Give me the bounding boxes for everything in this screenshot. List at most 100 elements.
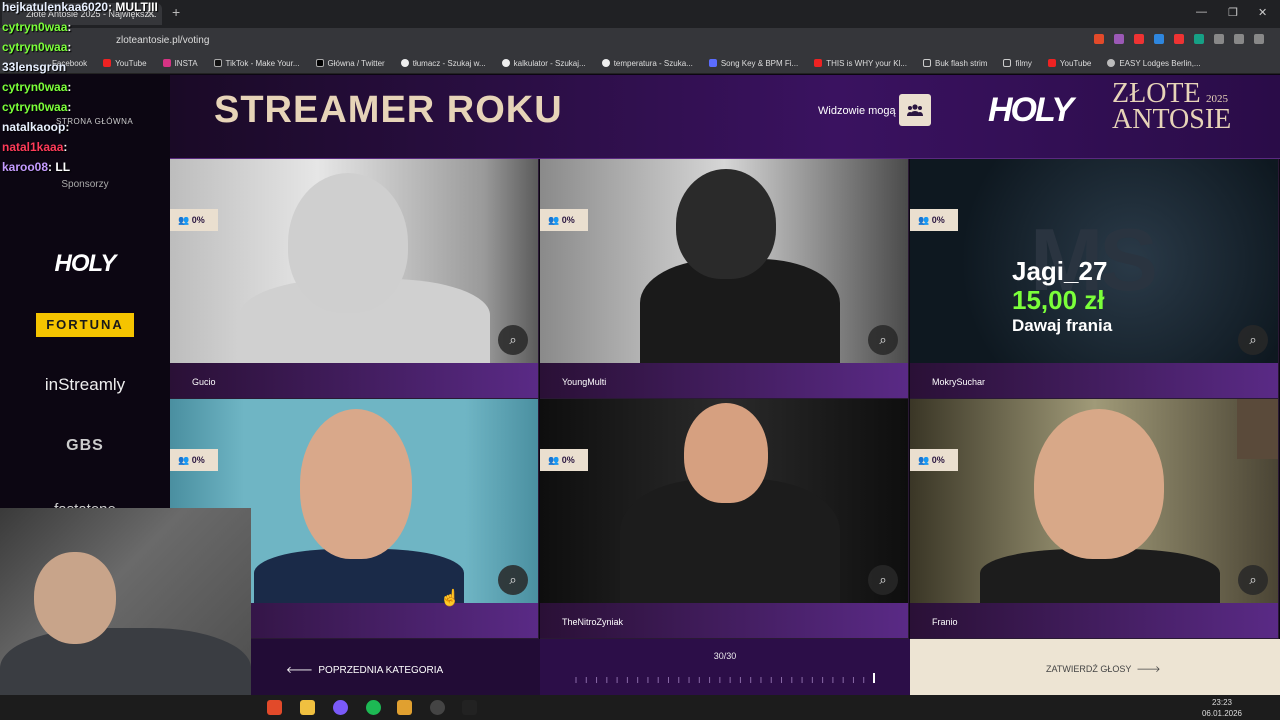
extension-icon[interactable] — [1154, 34, 1164, 44]
file-explorer-icon[interactable] — [300, 700, 315, 715]
chat-text: : MULTIII — [108, 0, 158, 14]
chat-username: natal1kaaa — [2, 140, 64, 154]
progress-indicator: 30/30 — [540, 639, 910, 695]
bookmark-songkey[interactable]: Song Key & BPM Fi... — [701, 54, 806, 73]
puzzle-icon[interactable] — [1214, 34, 1224, 44]
bookmark-label: tłumacz - Szukaj w... — [412, 59, 486, 68]
zoom-icon[interactable]: ⌕ — [498, 565, 528, 595]
extensions-row — [1094, 34, 1264, 44]
app-icon[interactable] — [462, 700, 477, 715]
bookmark-kalkulator[interactable]: kalkulator - Szukaj... — [494, 54, 594, 73]
bookmark-folder-filmy[interactable]: filmy — [995, 54, 1039, 73]
bookmark-twitter[interactable]: Główna / Twitter — [308, 54, 393, 73]
mouse-cursor-icon: ☝ — [440, 590, 460, 607]
bookmark-label: Song Key & BPM Fi... — [720, 59, 799, 68]
folder-icon — [1003, 59, 1012, 67]
chat-message: cytryn0waa: — [2, 40, 182, 60]
discord-icon[interactable] — [333, 700, 348, 715]
vote-percent: 0% — [561, 455, 575, 465]
chat-username: 33lensgron — [2, 60, 67, 74]
nominee-photo — [170, 159, 538, 369]
bookmark-folder-buk[interactable]: Buk flash strim — [915, 54, 995, 73]
youtube-icon — [1047, 59, 1056, 67]
music-icon — [708, 59, 717, 67]
bookmark-youtube-2[interactable]: YouTube — [1040, 54, 1099, 73]
nominee-card[interactable]: 👥 0% ⌕ YoungMulti — [540, 159, 909, 399]
bookmark-label: TikTok - Make Your... — [225, 59, 300, 68]
system-clock[interactable]: 23:23 06.01.2026 — [1202, 697, 1242, 719]
donation-alert: Jagi_27 15,00 zł Dawaj frania — [1012, 257, 1112, 337]
vote-percent: 0% — [931, 455, 945, 465]
bookmark-label: Buk flash strim — [934, 59, 988, 68]
zoom-icon[interactable]: ⌕ — [1238, 325, 1268, 355]
sponsor-gbs-logo[interactable]: GBS — [0, 437, 170, 455]
screen: Złote Antosie 2025 - Największ... ✕ + — … — [0, 0, 1280, 720]
photo-face — [684, 403, 768, 503]
chat-username: cytryn0waa — [2, 80, 68, 94]
bookmark-temperatura[interactable]: temperatura - Szuka... — [594, 54, 701, 73]
url-field[interactable]: zloteantosie.pl/voting — [108, 32, 908, 50]
bookmark-klarna[interactable]: THIS is WHY your Kl... — [806, 54, 915, 73]
obs-icon[interactable] — [430, 700, 445, 715]
nominee-card[interactable]: 👥 0% ⌕ Gucio — [170, 159, 539, 399]
sponsor-holy-logo[interactable]: HOLY — [0, 250, 170, 278]
bookmark-easylodges[interactable]: EASY Lodges Berlin,... — [1099, 54, 1208, 73]
chat-username: cytryn0waa — [2, 40, 68, 54]
bookmarks-bar: Facebook YouTube INSTA TikTok - Make You… — [0, 54, 1280, 74]
folder-icon — [922, 59, 931, 67]
bookmark-tlumacz[interactable]: tłumacz - Szukaj w... — [393, 54, 494, 73]
chat-message: karoo08: LL — [2, 160, 182, 180]
sponsor-fortuna-logo[interactable]: FORTUNA — [36, 313, 134, 337]
chat-message: natal1kaaa: — [2, 140, 182, 160]
vote-percent-badge: 👥 0% — [540, 209, 588, 231]
chat-message: cytryn0waa: — [2, 100, 182, 120]
minimize-button[interactable]: — — [1196, 6, 1207, 18]
zoom-icon[interactable]: ⌕ — [868, 565, 898, 595]
zoom-icon[interactable]: ⌕ — [1238, 565, 1268, 595]
zoom-icon[interactable]: ⌕ — [498, 325, 528, 355]
brave-shield-icon[interactable] — [1094, 34, 1104, 44]
close-window-button[interactable]: ✕ — [1258, 6, 1267, 19]
webcam-overlay: NIKE — [0, 508, 251, 720]
spotify-icon[interactable] — [366, 700, 381, 715]
chat-text: : — [67, 100, 72, 114]
nominee-card[interactable]: 👥 0% ⌕ Franio — [910, 399, 1279, 639]
google-icon — [601, 59, 610, 67]
vote-percent-badge: 👥 0% — [540, 449, 588, 471]
stream-chat-overlay: hejkatulenkaa6020: MULTIII cytryn0waa: cyt… — [2, 0, 182, 180]
chat-username: cytryn0waa — [2, 20, 68, 34]
menu-icon[interactable] — [1254, 34, 1264, 44]
youtube-icon — [814, 59, 823, 67]
sidebar-icon[interactable] — [1234, 34, 1244, 44]
chat-username: natalkaoop — [2, 120, 66, 134]
nominee-photo — [540, 159, 908, 369]
donation-message: Dawaj frania — [1012, 316, 1113, 335]
donation-amount: 15,00 zł — [1012, 285, 1105, 315]
chat-text: : — [63, 140, 68, 154]
extension-icon[interactable] — [1194, 34, 1204, 44]
nominee-name: Gucio — [170, 363, 538, 398]
viewers-button[interactable] — [899, 94, 931, 126]
chat-text: : — [67, 80, 72, 94]
rewards-icon[interactable] — [1114, 34, 1124, 44]
bookmark-label: temperatura - Szuka... — [613, 59, 693, 68]
bookmark-tiktok[interactable]: TikTok - Make Your... — [206, 54, 308, 73]
extension-icon[interactable] — [1174, 34, 1184, 44]
brave-icon[interactable] — [267, 700, 282, 715]
sponsor-instreamly-logo[interactable]: inStreamly — [0, 375, 170, 395]
maximize-button[interactable]: ❐ — [1228, 6, 1238, 19]
nominee-card[interactable]: 👥 0% ⌕ TheNitroZyniak — [540, 399, 909, 639]
brand-year: 2025 — [1206, 93, 1228, 105]
extension-icon[interactable] — [1134, 34, 1144, 44]
zoom-icon[interactable]: ⌕ — [868, 325, 898, 355]
confirm-votes-button[interactable]: ZATWIERDŹ GŁOSY 🡒 — [910, 639, 1280, 695]
nominee-card[interactable]: MS Jagi_27 15,00 zł Dawaj frania 👥 0% ⌕ … — [910, 159, 1279, 399]
globe-icon — [1107, 59, 1116, 67]
nominee-name: MokrySuchar — [910, 363, 1278, 398]
viewers-label: Widzowie mogą — [818, 105, 896, 117]
nominee-name: TheNitroZyniak — [540, 603, 908, 638]
media-icon[interactable] — [397, 700, 412, 715]
progress-label: 30/30 — [713, 651, 737, 661]
photo-face — [300, 409, 412, 559]
google-icon — [501, 59, 510, 67]
